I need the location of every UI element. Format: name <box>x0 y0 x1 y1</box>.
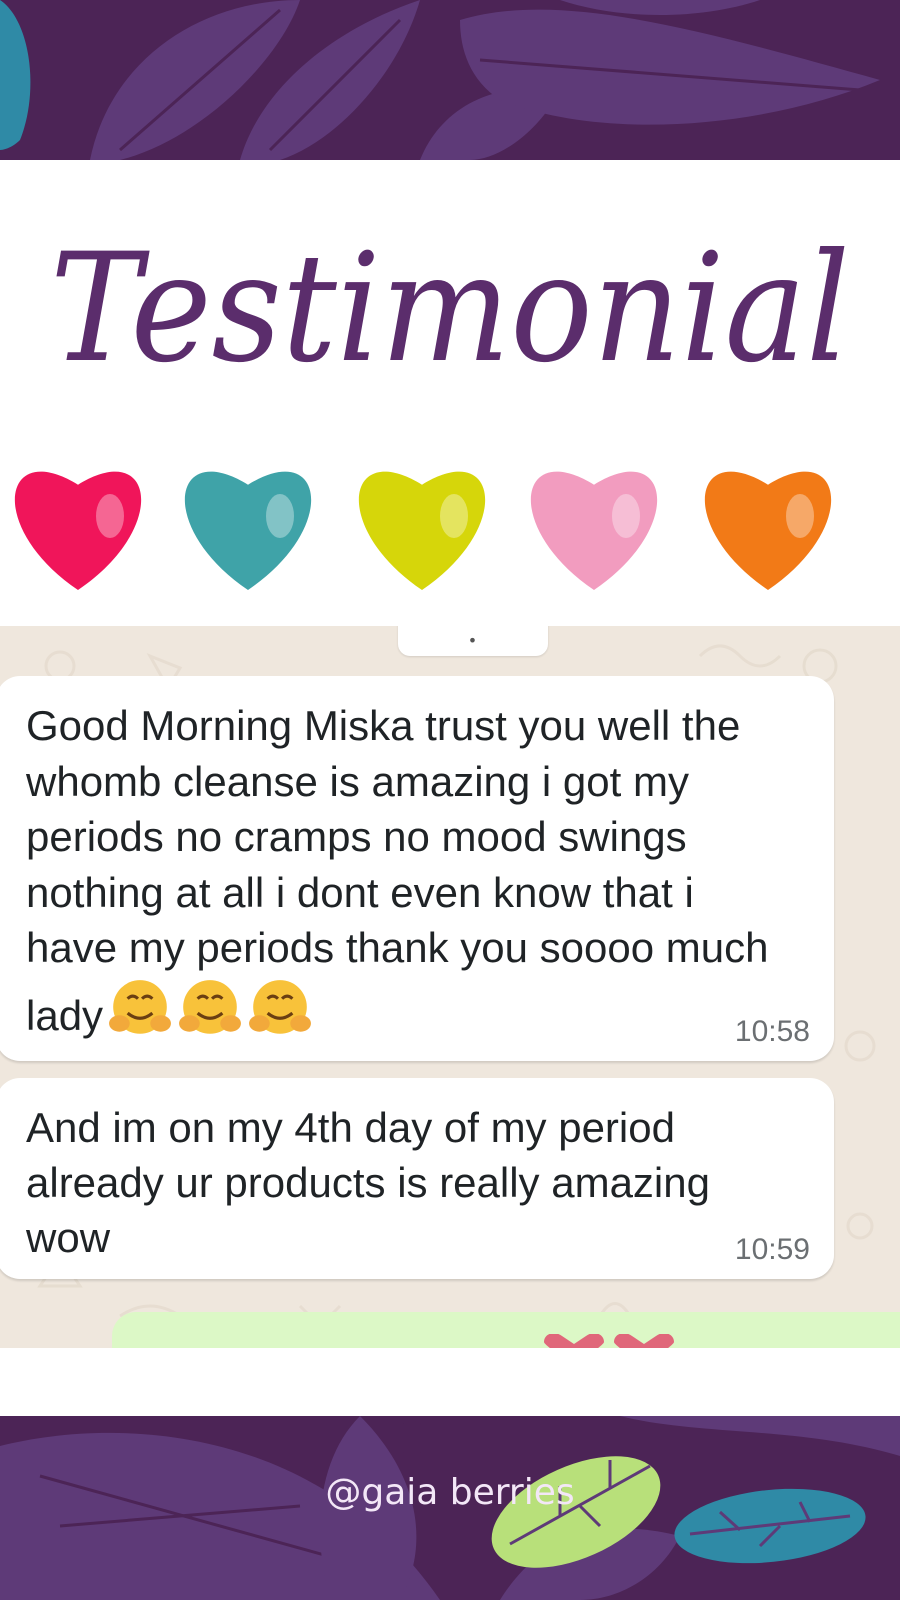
message-time: 10:58 <box>734 1015 810 1048</box>
heart-icon <box>14 471 142 590</box>
hugging-face-icon <box>249 979 311 1034</box>
heart-shine <box>96 494 124 538</box>
heart-icon <box>704 471 832 590</box>
chat-screenshot: • Good Morning Miska trust you well the … <box>0 626 900 1348</box>
message-bubble: And im on my 4th day of my period alread… <box>0 1078 834 1279</box>
message-text: And im on my 4th day of my period alread… <box>26 1104 710 1261</box>
heart-shine <box>786 494 814 538</box>
top-decor-band <box>0 0 900 160</box>
leaf-pattern-top <box>0 0 880 160</box>
testimonial-title: Testimonial <box>50 222 850 396</box>
date-chip: • <box>398 626 548 656</box>
heart-icon <box>358 471 486 590</box>
message-bubble: Good Morning Miska trust you well the wh… <box>0 676 834 1061</box>
card-bottom-margin <box>0 1348 900 1416</box>
hugging-face-icon <box>109 979 171 1034</box>
heart-icon <box>184 471 312 590</box>
message-time: 10:59 <box>734 1233 810 1266</box>
heart-shine <box>612 494 640 538</box>
heart-icon <box>614 1334 674 1348</box>
brand-handle: @gaia berries <box>325 1472 575 1513</box>
hugging-face-icon <box>179 979 241 1034</box>
title-text: Testimonial <box>50 222 850 396</box>
heart-shine <box>440 494 468 538</box>
outgoing-message-bubble <box>112 1312 900 1348</box>
message-text: Good Morning Miska trust you well the wh… <box>26 698 796 1043</box>
outgoing-hearts <box>544 1334 674 1348</box>
heart-shine <box>266 494 294 538</box>
heart-icon <box>544 1334 604 1348</box>
heart-icon <box>530 471 658 590</box>
hearts-row <box>14 471 832 590</box>
